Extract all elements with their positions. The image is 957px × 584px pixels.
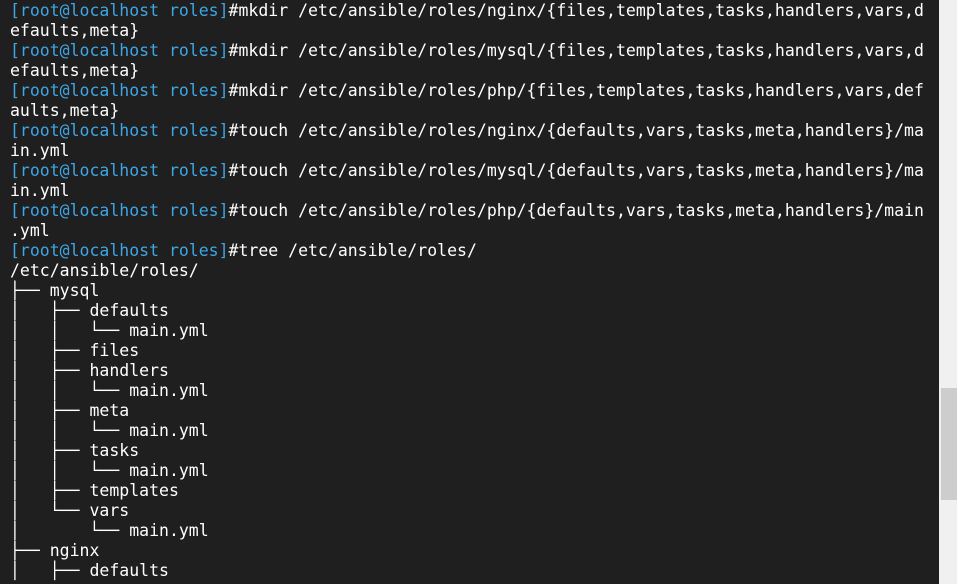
- terminal-line: [root@localhost roles]#tree /etc/ansible…: [10, 241, 924, 261]
- terminal-line: .yml: [10, 221, 924, 241]
- terminal-line: [root@localhost roles]#mkdir /etc/ansibl…: [10, 1, 924, 21]
- terminal-line: │ │ └── main.yml: [10, 321, 924, 341]
- line-text: │ ├── templates: [10, 481, 179, 500]
- shell-prompt: [root@localhost roles]: [10, 81, 229, 100]
- terminal-line: [root@localhost roles]#touch /etc/ansibl…: [10, 161, 924, 181]
- terminal-line: │ ├── defaults: [10, 561, 924, 581]
- shell-prompt: [root@localhost roles]: [10, 121, 229, 140]
- line-text: │ ├── meta: [10, 401, 130, 420]
- line-text: │ ├── tasks: [10, 441, 140, 460]
- line-text: .yml: [10, 221, 50, 240]
- terminal-output: [root@localhost roles]#mkdir /etc/ansibl…: [10, 1, 924, 581]
- line-text: │ └── main.yml: [10, 521, 209, 540]
- terminal-line: │ ├── templates: [10, 481, 924, 501]
- shell-prompt: [root@localhost roles]: [10, 161, 229, 180]
- terminal-line: │ ├── files: [10, 341, 924, 361]
- terminal-line: │ │ └── main.yml: [10, 421, 924, 441]
- terminal-line: [root@localhost roles]#touch /etc/ansibl…: [10, 201, 924, 221]
- terminal-line: in.yml: [10, 181, 924, 201]
- terminal-line: in.yml: [10, 141, 924, 161]
- line-text: #touch /etc/ansible/roles/nginx/{default…: [228, 121, 924, 140]
- line-text: #tree /etc/ansible/roles/: [228, 241, 477, 260]
- terminal-line: [root@localhost roles]#touch /etc/ansibl…: [10, 121, 924, 141]
- terminal-line: aults,meta}: [10, 101, 924, 121]
- terminal-line: │ │ └── main.yml: [10, 461, 924, 481]
- scrollbar-thumb[interactable]: [941, 388, 957, 500]
- shell-prompt: [root@localhost roles]: [10, 241, 229, 260]
- line-text: #touch /etc/ansible/roles/php/{defaults,…: [228, 201, 924, 220]
- line-text: ├── nginx: [10, 541, 100, 560]
- line-text: │ │ └── main.yml: [10, 421, 209, 440]
- terminal-line: [root@localhost roles]#mkdir /etc/ansibl…: [10, 81, 924, 101]
- terminal-line: │ ├── tasks: [10, 441, 924, 461]
- line-text: #mkdir /etc/ansible/roles/mysql/{files,t…: [228, 41, 924, 60]
- shell-prompt: [root@localhost roles]: [10, 41, 229, 60]
- terminal-window[interactable]: [root@localhost roles]#mkdir /etc/ansibl…: [0, 0, 939, 584]
- line-text: #mkdir /etc/ansible/roles/php/{files,tem…: [228, 81, 924, 100]
- line-text: #mkdir /etc/ansible/roles/nginx/{files,t…: [228, 1, 924, 20]
- terminal-line: ├── mysql: [10, 281, 924, 301]
- line-text: /etc/ansible/roles/: [10, 261, 199, 280]
- line-text: ├── mysql: [10, 281, 100, 300]
- line-text: in.yml: [10, 181, 70, 200]
- line-text: │ └── vars: [10, 501, 130, 520]
- terminal-line: ├── nginx: [10, 541, 924, 561]
- line-text: │ ├── defaults: [10, 301, 169, 320]
- terminal-line: │ ├── meta: [10, 401, 924, 421]
- terminal-line: │ └── vars: [10, 501, 924, 521]
- line-text: │ ├── handlers: [10, 361, 169, 380]
- line-text: │ │ └── main.yml: [10, 381, 209, 400]
- shell-prompt: [root@localhost roles]: [10, 201, 229, 220]
- line-text: efaults,meta}: [10, 61, 140, 80]
- terminal-line: │ ├── defaults: [10, 301, 924, 321]
- line-text: │ ├── defaults: [10, 561, 169, 580]
- line-text: │ ├── files: [10, 341, 140, 360]
- line-text: in.yml: [10, 141, 70, 160]
- line-text: │ │ └── main.yml: [10, 321, 209, 340]
- line-text: #touch /etc/ansible/roles/mysql/{default…: [228, 161, 924, 180]
- terminal-line: /etc/ansible/roles/: [10, 261, 924, 281]
- terminal-line: │ ├── handlers: [10, 361, 924, 381]
- terminal-line: │ └── main.yml: [10, 521, 924, 541]
- line-text: aults,meta}: [10, 101, 120, 120]
- line-text: │ │ └── main.yml: [10, 461, 209, 480]
- terminal-line: │ │ └── main.yml: [10, 381, 924, 401]
- line-text: efaults,meta}: [10, 21, 140, 40]
- terminal-line: [root@localhost roles]#mkdir /etc/ansibl…: [10, 41, 924, 61]
- terminal-line: efaults,meta}: [10, 21, 924, 41]
- shell-prompt: [root@localhost roles]: [10, 1, 229, 20]
- terminal-line: efaults,meta}: [10, 61, 924, 81]
